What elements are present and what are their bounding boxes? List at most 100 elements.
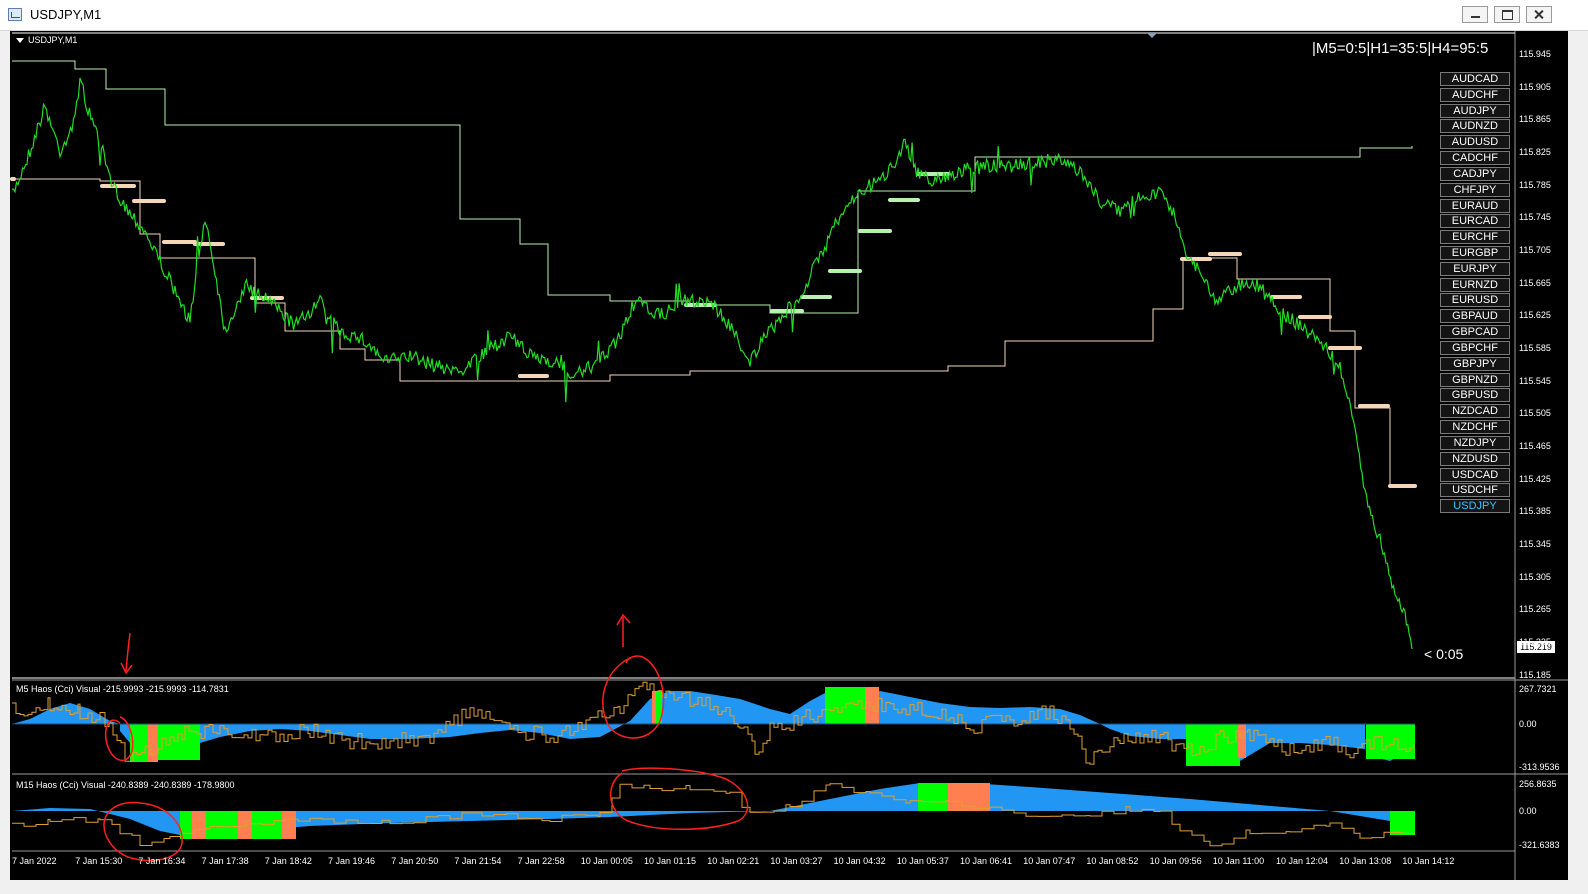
price-axis-label: 115.185 <box>1519 669 1551 680</box>
time-axis-label: 10 Jan 13:08 <box>1339 856 1392 866</box>
maximize-button[interactable] <box>1494 6 1520 23</box>
symbol-button-eurchf[interactable]: EURCHF <box>1440 230 1510 245</box>
indicator1-green-bar <box>825 687 865 724</box>
symbol-button-usdcad[interactable]: USDCAD <box>1440 467 1510 482</box>
symbol-button-eurcad[interactable]: EURCAD <box>1440 214 1510 229</box>
level-step-markers <box>10 172 1417 488</box>
timeframe-status: |M5=0:5|H1=35:5|H4=95:5 <box>1312 40 1489 57</box>
price-axis-label: 115.705 <box>1519 245 1551 256</box>
symbol-button-eurusd[interactable]: EURUSD <box>1440 293 1510 308</box>
symbol-button-audnzd[interactable]: AUDNZD <box>1440 119 1510 134</box>
price-axis-label: 115.345 <box>1519 539 1551 550</box>
price-axis-label: 115.625 <box>1519 310 1551 321</box>
indicator1-axis-min: -313.9536 <box>1519 762 1560 772</box>
time-axis-label: 7 Jan 19:46 <box>328 856 376 866</box>
price-axis-label: 115.585 <box>1519 343 1551 354</box>
indicator2-axis-min: -321.6383 <box>1519 840 1560 850</box>
price-axis-label: 115.225 <box>1519 637 1551 648</box>
symbol-button-gbpaud[interactable]: GBPAUD <box>1440 309 1510 324</box>
time-axis-label: 7 Jan 22:58 <box>517 856 565 866</box>
chart-canvas[interactable] <box>10 31 1568 880</box>
time-axis-label: 10 Jan 05:37 <box>896 856 949 866</box>
indicator1-title: M5 Haos (Cci) Visual -215.9993 -215.9993… <box>16 684 229 694</box>
indicator1-orange-bar <box>865 687 879 724</box>
bar-countdown: < 0:05 <box>1424 646 1464 662</box>
symbol-button-nzdcad[interactable]: NZDCAD <box>1440 404 1510 419</box>
price-axis-label: 115.505 <box>1519 408 1551 419</box>
symbol-button-nzdusd[interactable]: NZDUSD <box>1440 451 1510 466</box>
price-axis-label: 115.545 <box>1519 375 1551 386</box>
symbol-button-cadjpy[interactable]: CADJPY <box>1440 166 1510 181</box>
time-axis-label: 7 Jan 20:50 <box>391 856 439 866</box>
indicator1-orange-bar <box>148 724 158 762</box>
lower-level-line <box>12 178 1412 487</box>
indicator2-green-bar <box>918 783 948 811</box>
terminal-window: USDJPY,M1 USDJPY,M1 |M5=0:5|H1=35:5|H4=9… <box>0 0 1588 894</box>
chart-area[interactable]: USDJPY,M1 |M5=0:5|H1=35:5|H4=95:5 < 0:05… <box>10 31 1568 880</box>
symbol-button-gbpcad[interactable]: GBPCAD <box>1440 325 1510 340</box>
chart-window-icon <box>8 8 22 21</box>
price-axis-label: 115.665 <box>1519 277 1551 288</box>
price-axis-label: 115.825 <box>1519 147 1551 157</box>
symbol-button-eurjpy[interactable]: EURJPY <box>1440 261 1510 276</box>
indicator2-orange-bar <box>238 811 252 839</box>
dropdown-arrow-icon <box>16 38 24 43</box>
time-axis-label: 10 Jan 07:47 <box>1023 856 1076 866</box>
symbol-button-usdjpy[interactable]: USDJPY <box>1440 499 1510 514</box>
time-axis-label: 10 Jan 08:52 <box>1086 856 1139 866</box>
time-axis-label: 7 Jan 21:54 <box>454 856 502 866</box>
symbol-button-cadchf[interactable]: CADCHF <box>1440 151 1510 166</box>
price-axis-label: 115.785 <box>1519 179 1551 190</box>
indicator1-histogram <box>12 687 1415 766</box>
annotation-arrow-up <box>616 613 631 647</box>
indicator2-green-bar <box>206 811 238 839</box>
indicator1-green-bar <box>158 724 200 760</box>
indicator2-green-bar <box>1390 811 1415 835</box>
time-axis-label: 7 Jan 18:42 <box>264 856 312 866</box>
window-bottom-border <box>0 880 1588 894</box>
time-axis-label: 7 Jan 15:30 <box>75 856 123 866</box>
shift-marker-icon <box>1147 33 1157 38</box>
indicator2-title: M15 Haos (Cci) Visual -240.8389 -240.838… <box>16 780 235 790</box>
time-axis-label: 10 Jan 11:00 <box>1212 856 1265 866</box>
symbol-button-chfjpy[interactable]: CHFJPY <box>1440 182 1510 197</box>
indicator1-axis-max: 267.7321 <box>1519 684 1557 694</box>
price-axis-label: 115.865 <box>1519 114 1551 125</box>
minimize-button[interactable] <box>1462 6 1488 23</box>
price-line <box>11 77 1413 650</box>
price-axis-label: 115.745 <box>1519 212 1551 223</box>
close-button[interactable] <box>1526 6 1552 23</box>
time-axis-label: 10 Jan 06:41 <box>960 856 1013 866</box>
indicator1-axis-zero: 0.00 <box>1519 719 1537 729</box>
symbol-button-audusd[interactable]: AUDUSD <box>1440 135 1510 150</box>
symbol-button-audchf[interactable]: AUDCHF <box>1440 87 1510 102</box>
symbol-button-eurgbp[interactable]: EURGBP <box>1440 246 1510 261</box>
symbol-button-gbpusd[interactable]: GBPUSD <box>1440 388 1510 403</box>
upper-level-line <box>12 60 1413 314</box>
price-axis-label: 115.425 <box>1519 473 1551 484</box>
symbol-button-nzdchf[interactable]: NZDCHF <box>1440 420 1510 435</box>
indicator2-axis-zero: 0.00 <box>1519 806 1537 816</box>
symbol-dropdown[interactable]: USDJPY,M1 <box>16 35 77 45</box>
symbol-button-nzdjpy[interactable]: NZDJPY <box>1440 435 1510 450</box>
symbol-button-usdchf[interactable]: USDCHF <box>1440 483 1510 498</box>
symbol-button-gbpnzd[interactable]: GBPNZD <box>1440 372 1510 387</box>
indicator2-orange-bar <box>192 811 206 839</box>
time-axis-label: 10 Jan 14:12 <box>1402 856 1455 866</box>
symbol-label: USDJPY,M1 <box>28 35 78 45</box>
symbol-button-eurnzd[interactable]: EURNZD <box>1440 277 1510 292</box>
indicator2-axis-max: 256.8635 <box>1519 779 1557 789</box>
time-axis-label: 10 Jan 00:05 <box>580 856 633 866</box>
title-bar: USDJPY,M1 <box>0 0 1588 31</box>
indicator1-orange-bar <box>652 691 656 724</box>
symbol-button-audjpy[interactable]: AUDJPY <box>1440 103 1510 118</box>
symbol-button-audcad[interactable]: AUDCAD <box>1440 72 1510 86</box>
price-axis-label: 115.385 <box>1519 506 1551 517</box>
price-axis-label: 115.265 <box>1519 604 1551 615</box>
time-axis-label: 10 Jan 01:15 <box>644 856 697 866</box>
price-axis-label: 115.905 <box>1519 81 1551 92</box>
time-axis-label: 7 Jan 16:34 <box>138 856 186 866</box>
symbol-button-gbpjpy[interactable]: GBPJPY <box>1440 356 1510 371</box>
symbol-button-euraud[interactable]: EURAUD <box>1440 198 1510 213</box>
symbol-button-gbpchf[interactable]: GBPCHF <box>1440 340 1510 355</box>
